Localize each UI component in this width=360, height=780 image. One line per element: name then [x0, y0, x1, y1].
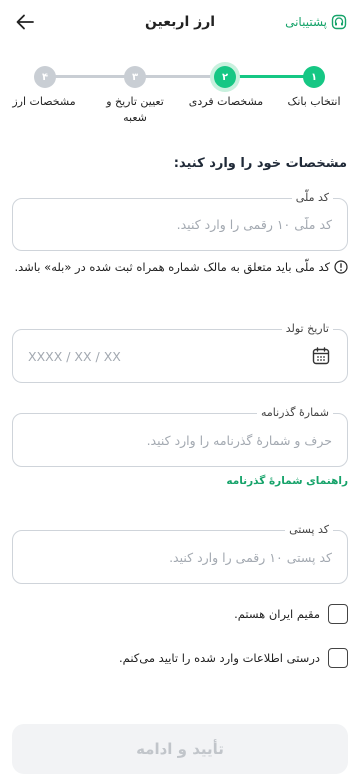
- confirm-checkbox-label: درستی اطلاعات وارد شده را تایید می‌کنم.: [119, 651, 320, 665]
- step-3-label: تعیین تاریخ و شعبه: [106, 95, 164, 124]
- passport-field: شمارهٔ گذرنامه: [12, 406, 348, 467]
- national-code-input[interactable]: [13, 199, 347, 250]
- resident-checkbox-label: مقیم ایران هستم.: [234, 607, 320, 621]
- step-2-dot: ۲: [214, 66, 236, 88]
- postal-code-field: کد پستی: [12, 523, 348, 584]
- postal-code-label: کد پستی: [285, 523, 333, 536]
- step-4-label: مشخصات ارز: [12, 95, 76, 108]
- app-header: پشتیبانی ارز اربعین: [0, 0, 360, 44]
- step-connector: [228, 75, 314, 78]
- birth-date-input[interactable]: [13, 330, 347, 382]
- birth-date-label: تاریخ تولد: [281, 322, 333, 335]
- support-label: پشتیبانی: [285, 15, 327, 29]
- passport-help-link[interactable]: راهنمای شمارهٔ گذرنامه: [226, 475, 348, 487]
- step-1-label: انتخاب بانک: [287, 95, 341, 108]
- arrow-left-icon: [16, 14, 34, 30]
- national-code-note: کد ملّی باید متعلق به مالک شماره همراه ث…: [12, 257, 348, 277]
- progress-stepper: ۱ ۲ ۳ ۴ انتخاب بانک مشخصات فردی تعیین تا…: [0, 60, 360, 130]
- support-button[interactable]: پشتیبانی: [285, 14, 347, 30]
- step-1-dot: ۱: [303, 66, 325, 88]
- step-3-dot: ۳: [124, 66, 146, 88]
- confirm-checkbox-row[interactable]: درستی اطلاعات وارد شده را تایید می‌کنم.: [119, 648, 348, 668]
- national-code-note-text: کد ملّی باید متعلق به مالک شماره همراه ث…: [14, 260, 330, 274]
- step-2-label: مشخصات فردی: [188, 95, 264, 108]
- section-title: مشخصات خود را وارد کنید:: [173, 156, 347, 171]
- calendar-icon[interactable]: [311, 346, 331, 366]
- postal-code-input[interactable]: [13, 531, 347, 583]
- birth-date-field: تاریخ تولد: [12, 322, 348, 383]
- back-button[interactable]: [13, 10, 37, 34]
- confirm-checkbox[interactable]: [328, 648, 348, 668]
- headset-icon: [331, 14, 347, 30]
- national-code-field: کد ملّی: [12, 191, 348, 251]
- step-4-dot: ۴: [34, 66, 56, 88]
- confirm-continue-button[interactable]: تأیید و ادامه: [12, 724, 348, 774]
- resident-checkbox-row[interactable]: مقیم ایران هستم.: [234, 604, 348, 624]
- resident-checkbox[interactable]: [328, 604, 348, 624]
- passport-label: شمارهٔ گذرنامه: [256, 406, 333, 419]
- info-icon: [334, 260, 348, 274]
- national-code-label: کد ملّی: [291, 191, 333, 204]
- passport-input[interactable]: [13, 414, 347, 466]
